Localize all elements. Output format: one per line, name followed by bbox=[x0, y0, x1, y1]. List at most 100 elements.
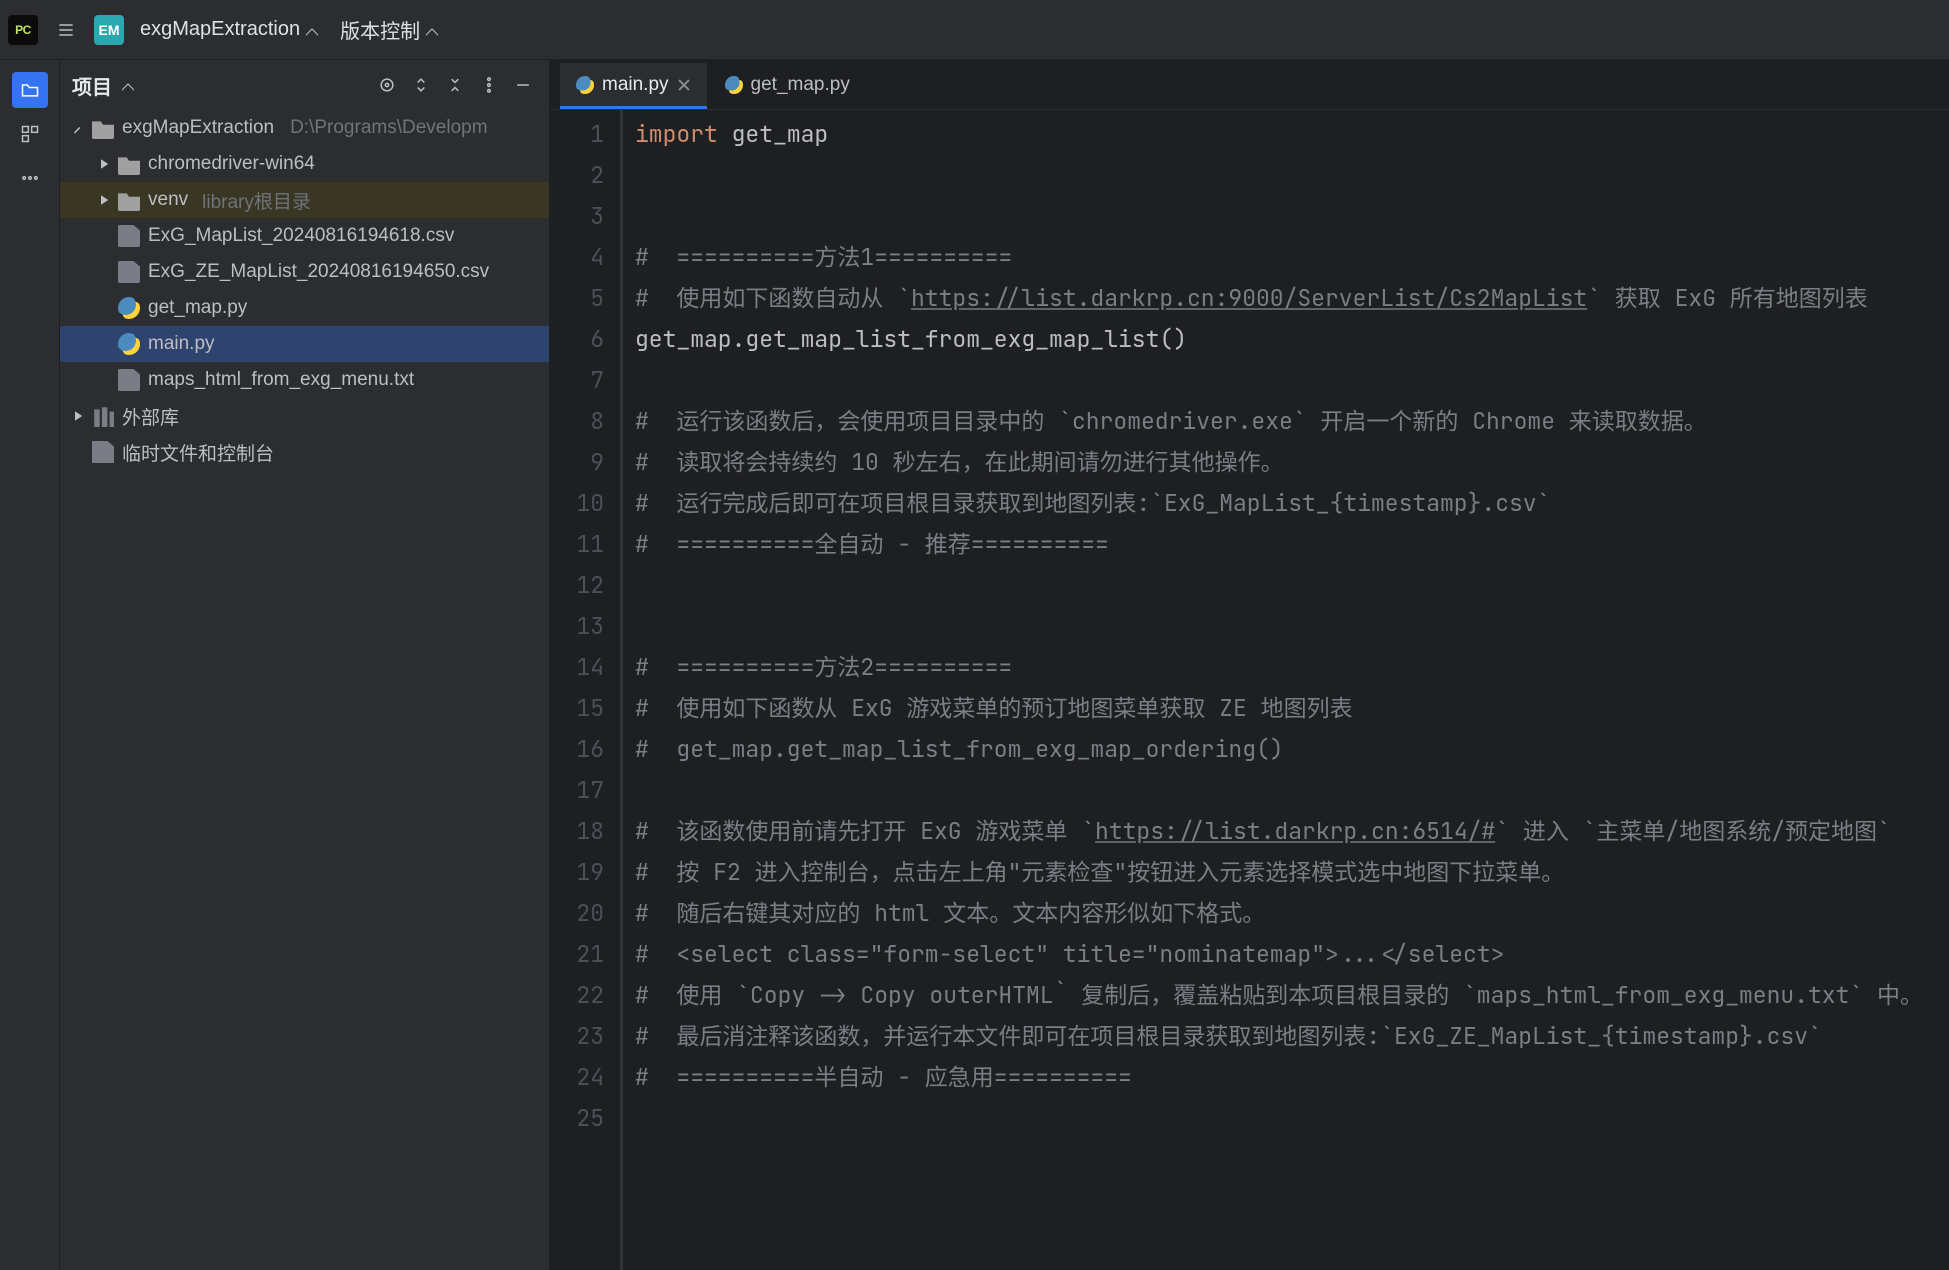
scratches-and-consoles[interactable]: 临时文件和控制台 bbox=[60, 434, 549, 470]
line-number: 19 bbox=[550, 852, 604, 893]
pycharm-logo-icon: PC bbox=[8, 15, 38, 45]
toolwin-header: 项目 bbox=[60, 60, 549, 110]
folder-icon bbox=[20, 80, 40, 100]
project-toolwin-button[interactable] bbox=[12, 72, 48, 108]
project-name: exgMapExtraction bbox=[140, 18, 300, 41]
code-line[interactable]: get_map.get_map_list_from_exg_map_list() bbox=[635, 319, 1949, 360]
close-tab-icon[interactable] bbox=[677, 78, 691, 92]
more-toolwin-button[interactable] bbox=[12, 160, 48, 196]
code-line[interactable] bbox=[635, 1098, 1949, 1139]
code-line[interactable] bbox=[635, 770, 1949, 811]
tree-folder[interactable]: venvlibrary根目录 bbox=[60, 182, 549, 218]
tab-label: main.py bbox=[602, 74, 669, 96]
hide-toolwin-button[interactable] bbox=[509, 71, 537, 99]
python-file-icon bbox=[725, 76, 743, 94]
url-in-comment[interactable]: https://list.darkrp.cn:9000/ServerList/C… bbox=[911, 283, 1587, 313]
comment: # 运行该函数后，会使用项目目录中的 `chromedriver.exe` 开启… bbox=[635, 406, 1707, 436]
code-body[interactable]: import get_map # ==========方法1==========… bbox=[620, 110, 1949, 1270]
spacer bbox=[98, 266, 110, 278]
code-line[interactable]: # 随后右键其对应的 html 文本。文本内容形似如下格式。 bbox=[635, 893, 1949, 934]
line-number: 4 bbox=[550, 237, 604, 278]
tree-item-label: maps_html_from_exg_menu.txt bbox=[148, 369, 414, 391]
folder-icon bbox=[92, 117, 114, 139]
project-tree[interactable]: exgMapExtractionD:\Programs\Developmchro… bbox=[60, 110, 549, 470]
spacer bbox=[98, 374, 110, 386]
tree-file[interactable]: ExG_ZE_MapList_20240816194650.csv bbox=[60, 254, 549, 290]
tree-item-label: get_map.py bbox=[148, 297, 247, 319]
tab-label: get_map.py bbox=[751, 74, 850, 96]
vcs-label: 版本控制 bbox=[340, 15, 420, 44]
tree-folder[interactable]: chromedriver-win64 bbox=[60, 146, 549, 182]
tree-item-label: ExG_ZE_MapList_20240816194650.csv bbox=[148, 261, 489, 283]
code-line[interactable]: # ==========方法1========== bbox=[635, 237, 1949, 278]
code-line[interactable]: # 使用 `Copy -> Copy outerHTML` 复制后，覆盖粘贴到本… bbox=[635, 975, 1949, 1016]
line-number: 22 bbox=[550, 975, 604, 1016]
project-badge: EM bbox=[94, 15, 124, 45]
title-bar: PC EM exgMapExtraction 版本控制 bbox=[0, 0, 1949, 60]
line-number: 11 bbox=[550, 524, 604, 565]
line-number: 7 bbox=[550, 360, 604, 401]
code-line[interactable]: # ==========全自动 - 推荐========== bbox=[635, 524, 1949, 565]
select-opened-file-button[interactable] bbox=[373, 71, 401, 99]
code-line[interactable]: # <select class="form-select" title="nom… bbox=[635, 934, 1949, 975]
comment: # 读取将会持续约 10 秒左右，在此期间请勿进行其他操作。 bbox=[635, 447, 1284, 477]
file-icon bbox=[118, 225, 140, 247]
code-line[interactable] bbox=[635, 360, 1949, 401]
editor-tabs: main.py get_map.py bbox=[550, 60, 1949, 110]
code-line[interactable]: # ==========半自动 - 应急用========== bbox=[635, 1057, 1949, 1098]
chevron-down-icon bbox=[426, 26, 438, 38]
external-libraries[interactable]: 外部库 bbox=[60, 398, 549, 434]
line-number: 14 bbox=[550, 647, 604, 688]
code-line[interactable]: # 读取将会持续约 10 秒左右，在此期间请勿进行其他操作。 bbox=[635, 442, 1949, 483]
code-line[interactable] bbox=[635, 155, 1949, 196]
line-number: 3 bbox=[550, 196, 604, 237]
code-line[interactable]: import get_map bbox=[635, 114, 1949, 155]
hamburger-menu-button[interactable] bbox=[48, 12, 84, 48]
editor-tab[interactable]: main.py bbox=[560, 63, 707, 109]
line-number: 2 bbox=[550, 155, 604, 196]
line-number: 8 bbox=[550, 401, 604, 442]
editor-tab[interactable]: get_map.py bbox=[709, 63, 866, 109]
chevron-down-icon[interactable] bbox=[122, 81, 134, 93]
code-line[interactable]: # 运行完成后即可在项目根目录获取到地图列表:`ExG_MapList_{tim… bbox=[635, 483, 1949, 524]
code-line[interactable]: # get_map.get_map_list_from_exg_map_orde… bbox=[635, 729, 1949, 770]
project-root-path: D:\Programs\Developm bbox=[290, 117, 487, 139]
code-line[interactable] bbox=[635, 606, 1949, 647]
url-in-comment[interactable]: https://list.darkrp.cn:6514/# bbox=[1095, 816, 1495, 846]
code-line[interactable]: # 使用如下函数自动从 `https://list.darkrp.cn:9000… bbox=[635, 278, 1949, 319]
vcs-menu[interactable]: 版本控制 bbox=[334, 11, 444, 48]
code-line[interactable] bbox=[635, 565, 1949, 606]
toolwin-options-button[interactable] bbox=[475, 71, 503, 99]
tree-file[interactable]: main.py bbox=[60, 326, 549, 362]
chevron-icon[interactable] bbox=[98, 158, 110, 170]
code-line[interactable]: # ==========方法2========== bbox=[635, 647, 1949, 688]
chevron-icon[interactable] bbox=[98, 194, 110, 206]
chevron-icon[interactable] bbox=[72, 122, 84, 134]
code-line[interactable]: # 该函数使用前请先打开 ExG 游戏菜单 `https://list.dark… bbox=[635, 811, 1949, 852]
tree-file[interactable]: get_map.py bbox=[60, 290, 549, 326]
tree-item-label: venv bbox=[148, 189, 188, 211]
python-file-icon bbox=[118, 297, 140, 319]
tree-file[interactable]: ExG_MapList_20240816194618.csv bbox=[60, 218, 549, 254]
code-line[interactable]: # 运行该函数后，会使用项目目录中的 `chromedriver.exe` 开启… bbox=[635, 401, 1949, 442]
collapse-all-button[interactable] bbox=[441, 71, 469, 99]
line-number: 9 bbox=[550, 442, 604, 483]
project-root[interactable]: exgMapExtractionD:\Programs\Developm bbox=[60, 110, 549, 146]
structure-toolwin-button[interactable] bbox=[12, 116, 48, 152]
code-line[interactable]: # 最后消注释该函数，并运行本文件即可在项目根目录获取到地图列表:`ExG_ZE… bbox=[635, 1016, 1949, 1057]
comment: # ==========全自动 - 推荐========== bbox=[635, 529, 1109, 559]
project-selector[interactable]: exgMapExtraction bbox=[134, 14, 324, 45]
code-area[interactable]: 1234567891011121314151617181920212223242… bbox=[550, 110, 1949, 1270]
gutter: 1234567891011121314151617181920212223242… bbox=[550, 110, 620, 1270]
spacer bbox=[98, 338, 110, 350]
expand-all-button[interactable] bbox=[407, 71, 435, 99]
line-number: 13 bbox=[550, 606, 604, 647]
line-number: 12 bbox=[550, 565, 604, 606]
code-line[interactable] bbox=[635, 196, 1949, 237]
tree-file[interactable]: maps_html_from_exg_menu.txt bbox=[60, 362, 549, 398]
chevron-icon[interactable] bbox=[72, 410, 84, 422]
code-line[interactable]: # 使用如下函数从 ExG 游戏菜单的预订地图菜单获取 ZE 地图列表 bbox=[635, 688, 1949, 729]
code-line[interactable]: # 按 F2 进入控制台，点击左上角"元素检查"按钮进入元素选择模式选中地图下拉… bbox=[635, 852, 1949, 893]
folder-icon bbox=[118, 153, 140, 175]
tree-item-label: 临时文件和控制台 bbox=[122, 439, 274, 466]
